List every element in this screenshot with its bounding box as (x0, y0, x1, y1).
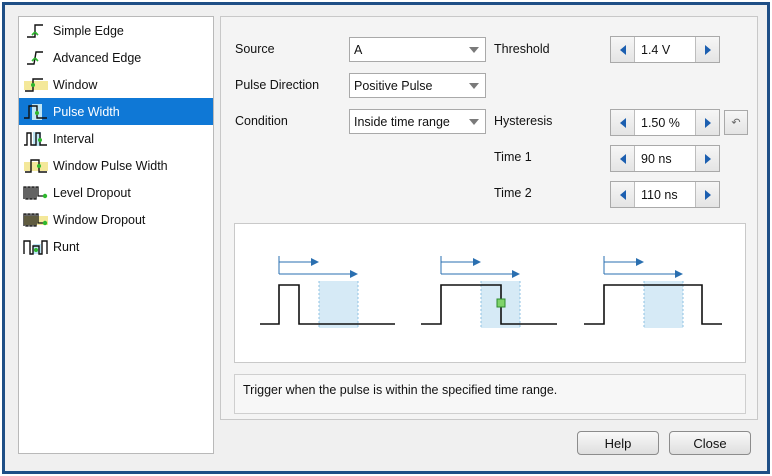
runt-icon (23, 238, 49, 256)
hysteresis-increment-button[interactable] (695, 110, 719, 135)
trigger-type-list[interactable]: Simple Edge Advanced Edge Window Pulse W… (18, 16, 214, 454)
short-pulse-example (260, 256, 395, 328)
arrow-right-icon (704, 189, 711, 200)
time1-spinner[interactable]: 90 ns (610, 145, 720, 172)
chevron-down-icon (469, 83, 479, 89)
time1-label: Time 1 (494, 150, 532, 164)
sidebar-item-window-dropout[interactable]: Window Dropout (19, 206, 213, 233)
sidebar-item-label: Window Pulse Width (53, 158, 168, 173)
sidebar-item-window-pulse-width[interactable]: Window Pulse Width (19, 152, 213, 179)
pulse-width-icon (23, 103, 49, 121)
chevron-down-icon (469, 119, 479, 125)
threshold-label: Threshold (494, 42, 550, 56)
hysteresis-value[interactable]: 1.50 % (635, 110, 695, 135)
source-label: Source (235, 42, 275, 56)
sidebar-item-runt[interactable]: Runt (19, 233, 213, 260)
time2-decrement-button[interactable] (611, 182, 635, 207)
interval-icon (23, 130, 49, 148)
sidebar-item-window[interactable]: Window (19, 71, 213, 98)
condition-label: Condition (235, 114, 288, 128)
arrow-right-icon (704, 117, 711, 128)
pulse-direction-label: Pulse Direction (235, 78, 320, 92)
close-button[interactable]: Close (669, 431, 751, 455)
dialog-frame: Simple Edge Advanced Edge Window Pulse W… (2, 2, 770, 474)
undo-icon: ↶ (731, 117, 741, 129)
time2-value[interactable]: 110 ns (635, 182, 695, 207)
arrow-left-icon (619, 117, 626, 128)
help-button[interactable]: Help (577, 431, 659, 455)
sidebar-item-simple-edge[interactable]: Simple Edge (19, 17, 213, 44)
valid-pulse-example (421, 256, 557, 328)
trigger-description: Trigger when the pulse is within the spe… (234, 374, 746, 414)
threshold-decrement-button[interactable] (611, 37, 635, 62)
level-dropout-icon (23, 184, 49, 202)
condition-value: Inside time range (354, 114, 450, 129)
source-select[interactable]: A (349, 37, 486, 62)
trigger-settings-panel: Source A Pulse Direction Positive Pulse … (220, 16, 758, 420)
sidebar-item-label: Level Dropout (53, 185, 131, 200)
hysteresis-decrement-button[interactable] (611, 110, 635, 135)
trigger-point-marker (496, 298, 506, 308)
sidebar-item-advanced-edge[interactable]: Advanced Edge (19, 44, 213, 71)
sidebar-item-label: Window Dropout (53, 212, 146, 227)
sidebar-item-label: Runt (53, 239, 80, 254)
threshold-increment-button[interactable] (695, 37, 719, 62)
hysteresis-label: Hysteresis (494, 114, 553, 128)
advanced-edge-icon (23, 49, 49, 67)
threshold-value[interactable]: 1.4 V (635, 37, 695, 62)
window-pulse-width-icon (23, 157, 49, 175)
time1-increment-button[interactable] (695, 146, 719, 171)
condition-select[interactable]: Inside time range (349, 109, 486, 134)
time2-label: Time 2 (494, 186, 532, 200)
sidebar-item-interval[interactable]: Interval (19, 125, 213, 152)
time2-increment-button[interactable] (695, 182, 719, 207)
sidebar-item-label: Advanced Edge (53, 50, 142, 65)
time1-decrement-button[interactable] (611, 146, 635, 171)
sidebar-item-label: Pulse Width (53, 104, 120, 119)
sidebar-item-pulse-width[interactable]: Pulse Width (19, 98, 213, 125)
sidebar-item-label: Window (53, 77, 98, 92)
pulse-width-illustration (260, 256, 722, 328)
arrow-left-icon (619, 44, 626, 55)
time2-spinner[interactable]: 110 ns (610, 181, 720, 208)
arrow-right-icon (704, 44, 711, 55)
pulse-direction-value: Positive Pulse (354, 78, 433, 93)
chevron-down-icon (469, 47, 479, 53)
threshold-spinner[interactable]: 1.4 V (610, 36, 720, 63)
arrow-right-icon (704, 153, 711, 164)
pulse-width-diagram (234, 223, 746, 363)
source-value: A (354, 42, 363, 57)
arrow-left-icon (619, 189, 626, 200)
sidebar-item-label: Interval (53, 131, 94, 146)
sidebar-item-level-dropout[interactable]: Level Dropout (19, 179, 213, 206)
hysteresis-reset-button[interactable]: ↶ (724, 110, 748, 135)
long-pulse-example (584, 256, 722, 328)
window-icon (23, 76, 49, 94)
sidebar-item-label: Simple Edge (53, 23, 124, 38)
arrow-left-icon (619, 153, 626, 164)
pulse-direction-select[interactable]: Positive Pulse (349, 73, 486, 98)
time1-value[interactable]: 90 ns (635, 146, 695, 171)
window-dropout-icon (23, 211, 49, 229)
hysteresis-spinner[interactable]: 1.50 % (610, 109, 720, 136)
simple-edge-icon (23, 22, 49, 40)
